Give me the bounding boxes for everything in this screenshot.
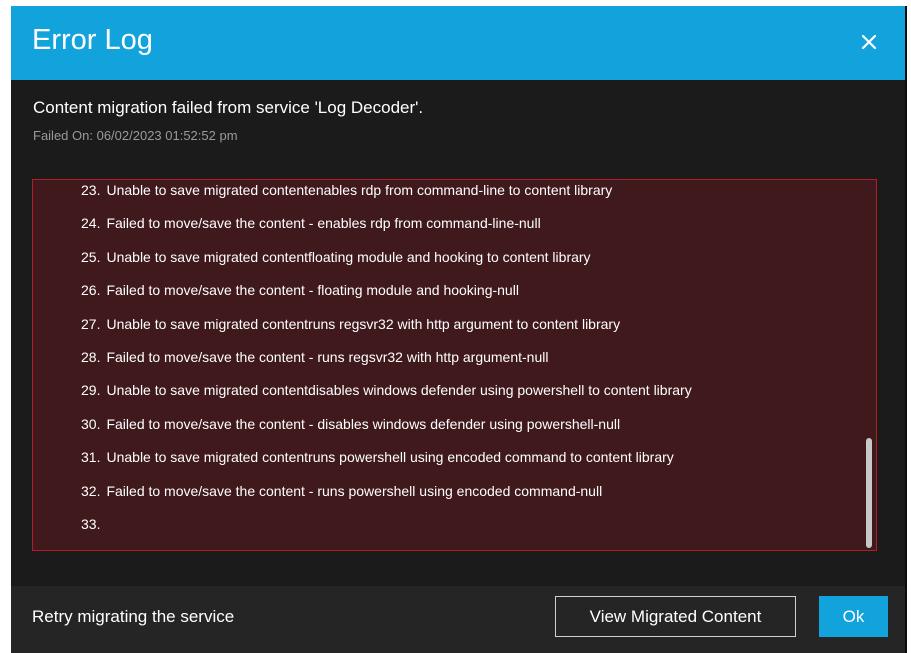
view-migrated-content-button[interactable]: View Migrated Content xyxy=(555,596,796,637)
log-item: 27. Unable to save migrated contentruns r… xyxy=(81,308,846,341)
log-item: 31. Unable to save migrated contentruns p… xyxy=(81,441,846,474)
log-item-text: Unable to save migrated contentruns powe… xyxy=(106,449,674,466)
log-item: 33. xyxy=(81,508,846,541)
log-item-number: 29. xyxy=(81,382,101,399)
log-item-text: Unable to save migrated contentenables r… xyxy=(106,182,613,198)
ok-button[interactable]: Ok xyxy=(819,596,888,637)
log-item-text: Unable to save migrated contentruns regs… xyxy=(106,315,621,332)
log-item-number: 27. xyxy=(81,315,101,332)
log-item-text: Failed to move/save the content - runs r… xyxy=(106,348,549,365)
retry-migration-link[interactable]: Retry migrating the service xyxy=(32,607,234,627)
log-item-number: 31. xyxy=(81,449,101,466)
dialog-footer: Retry migrating the service View Migrate… xyxy=(11,586,905,653)
error-log-list-box[interactable]: 23. Unable to save migrated contentenable… xyxy=(32,179,877,551)
log-item: 30. Failed to move/save the content - dis… xyxy=(81,408,846,441)
log-item-number: 33. xyxy=(81,515,101,532)
failed-on-timestamp: Failed On: 06/02/2023 01:52:52 pm xyxy=(33,128,238,143)
log-item-number: 30. xyxy=(81,415,101,432)
log-item-number: 28. xyxy=(81,348,101,365)
log-item-number: 25. xyxy=(81,248,101,265)
log-item: 25. Unable to save migrated contentfloati… xyxy=(81,241,846,274)
log-item-number: 23. xyxy=(81,182,101,198)
log-item-number: 26. xyxy=(81,282,101,299)
error-log-list: 23. Unable to save migrated contentenable… xyxy=(81,180,846,541)
dialog-titlebar: Error Log xyxy=(11,6,905,80)
dialog-title: Error Log xyxy=(32,24,153,56)
log-scrollbar[interactable] xyxy=(866,438,872,548)
log-item-text: Failed to move/save the content - disabl… xyxy=(106,415,621,432)
close-icon[interactable] xyxy=(861,34,877,50)
log-item: 23. Unable to save migrated contentenable… xyxy=(81,180,846,207)
log-item-number: 32. xyxy=(81,482,101,499)
error-log-dialog: Error Log Content migration failed from … xyxy=(11,6,907,653)
log-item-text: Unable to save migrated contentdisables … xyxy=(106,382,692,399)
log-item-number: 24. xyxy=(81,215,101,232)
log-item: 26. Failed to move/save the content - flo… xyxy=(81,274,846,307)
log-item: 24. Failed to move/save the content - ena… xyxy=(81,207,846,240)
log-item: 28. Failed to move/save the content - run… xyxy=(81,341,846,374)
log-item-text: Unable to save migrated contentfloating … xyxy=(106,248,591,265)
log-item: 32. Failed to move/save the content - run… xyxy=(81,475,846,508)
log-item-text: Failed to move/save the content - floati… xyxy=(106,282,519,299)
log-item-text: Failed to move/save the content - enable… xyxy=(106,215,541,232)
log-item: 29. Unable to save migrated contentdisabl… xyxy=(81,374,846,407)
error-message: Content migration failed from service 'L… xyxy=(33,98,424,117)
log-item-text: Failed to move/save the content - runs p… xyxy=(106,482,603,499)
